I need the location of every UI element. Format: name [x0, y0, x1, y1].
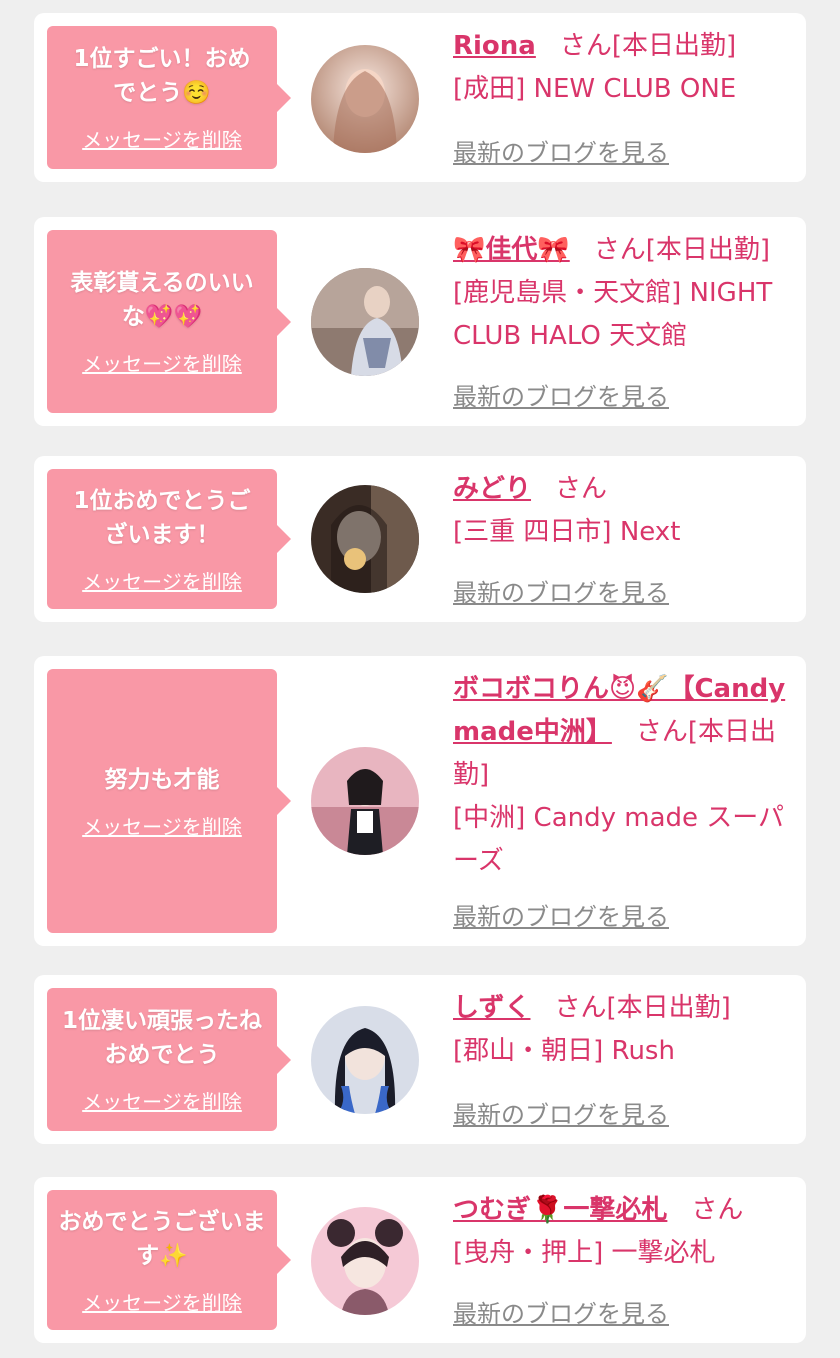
- cast-name-link[interactable]: つむぎ🌹一撃必札: [453, 1195, 667, 1225]
- message-card: 表彰貰えるのいいな💖💖 メッセージを削除 🎀佳代🎀 さん[本日出勤] [鹿児島県・…: [34, 217, 806, 426]
- status-label: [本日出勤]: [611, 31, 737, 61]
- avatar-photo: [311, 268, 419, 376]
- message-card: 努力も才能 メッセージを削除 ボコボコりん😈🎸【Candy made中洲】 さん[…: [34, 656, 806, 946]
- cast-name-link[interactable]: 🎀佳代🎀: [453, 235, 570, 265]
- latest-blog-link[interactable]: 最新のブログを見る: [453, 1095, 669, 1130]
- cast-info: 🎀佳代🎀 さん[本日出勤] [鹿児島県・天文館] NIGHT CLUB HALO …: [453, 229, 788, 358]
- latest-blog-link[interactable]: 最新のブログを見る: [453, 897, 669, 932]
- status-label: [本日出勤]: [606, 993, 731, 1023]
- avatar-photo: [311, 1006, 419, 1114]
- cast-name-link[interactable]: Riona: [453, 31, 536, 61]
- message-text: 努力も才能: [104, 766, 220, 793]
- cast-name-link[interactable]: みどり: [453, 474, 531, 504]
- avatar-photo: [311, 45, 419, 153]
- message-card: 1位凄い頑張ったねおめでとう メッセージを削除 しずく さん[本日出勤] [郡山・…: [34, 975, 806, 1144]
- honorific: さん: [593, 235, 646, 265]
- message-text: 1位おめでとうございます！: [73, 487, 251, 548]
- honorific: さん: [555, 474, 608, 504]
- shop-location: [成田] NEW CLUB ONE: [453, 74, 737, 104]
- cast-info: Riona さん[本日出勤] [成田] NEW CLUB ONE: [453, 25, 788, 111]
- avatar[interactable]: [311, 1006, 419, 1114]
- avatar[interactable]: [311, 45, 419, 153]
- avatar-photo: [311, 485, 419, 593]
- message-bubble: 1位すごい！おめでとう☺️ メッセージを削除: [47, 26, 291, 169]
- latest-blog-link[interactable]: 最新のブログを見る: [453, 133, 669, 168]
- honorific: さん: [635, 717, 688, 747]
- avatar[interactable]: [311, 747, 419, 855]
- cast-info: ボコボコりん😈🎸【Candy made中洲】 さん[本日出勤] [中洲] Cand…: [453, 668, 788, 883]
- avatar[interactable]: [311, 268, 419, 376]
- message-bubble: 努力も才能 メッセージを削除: [47, 669, 291, 933]
- message-card: 1位おめでとうございます！ メッセージを削除 みどり さん [三重 四日市] Ne…: [34, 456, 806, 622]
- avatar[interactable]: [311, 485, 419, 593]
- message-card: おめでとうございます✨ メッセージを削除 つむぎ🌹一撃必札 さん [曳舟・押上] …: [34, 1177, 806, 1343]
- message-text: おめでとうございます✨: [58, 1208, 266, 1269]
- message-bubble: 1位凄い頑張ったねおめでとう メッセージを削除: [47, 988, 291, 1131]
- avatar-photo: [311, 747, 419, 855]
- honorific: さん: [554, 993, 607, 1023]
- status-label: [本日出勤]: [645, 235, 771, 265]
- shop-location: [曳舟・押上] 一撃必札: [453, 1238, 716, 1268]
- avatar[interactable]: [311, 1207, 419, 1315]
- message-card: 1位すごい！おめでとう☺️ メッセージを削除 Riona さん[本日出勤] [成田…: [34, 13, 806, 182]
- shop-location: [三重 四日市] Next: [453, 517, 681, 547]
- cast-name-link[interactable]: しずく: [453, 993, 530, 1023]
- delete-message-link[interactable]: メッセージを削除: [82, 124, 242, 153]
- honorific: さん: [559, 31, 612, 61]
- latest-blog-link[interactable]: 最新のブログを見る: [453, 1294, 669, 1329]
- shop-location: [中洲] Candy made スーパーズ: [453, 803, 785, 876]
- latest-blog-link[interactable]: 最新のブログを見る: [453, 377, 669, 412]
- delete-message-link[interactable]: メッセージを削除: [82, 1287, 242, 1316]
- message-bubble: 1位おめでとうございます！ メッセージを削除: [47, 469, 291, 609]
- message-text: 表彰貰えるのいいな💖💖: [70, 270, 254, 330]
- delete-message-link[interactable]: メッセージを削除: [82, 811, 242, 840]
- message-text: 1位すごい！おめでとう☺️: [73, 46, 251, 106]
- delete-message-link[interactable]: メッセージを削除: [82, 566, 242, 595]
- honorific: さん: [691, 1195, 744, 1225]
- shop-location: [鹿児島県・天文館] NIGHT CLUB HALO 天文館: [453, 278, 773, 351]
- cast-info: しずく さん[本日出勤] [郡山・朝日] Rush: [453, 987, 788, 1073]
- message-text: 1位凄い頑張ったねおめでとう: [62, 1008, 263, 1068]
- message-bubble: 表彰貰えるのいいな💖💖 メッセージを削除: [47, 230, 291, 413]
- latest-blog-link[interactable]: 最新のブログを見る: [453, 573, 669, 608]
- delete-message-link[interactable]: メッセージを削除: [82, 1086, 242, 1115]
- avatar-photo: [311, 1207, 419, 1315]
- message-bubble: おめでとうございます✨ メッセージを削除: [47, 1190, 291, 1330]
- delete-message-link[interactable]: メッセージを削除: [82, 348, 242, 377]
- cast-info: つむぎ🌹一撃必札 さん [曳舟・押上] 一撃必札: [453, 1189, 788, 1275]
- shop-location: [郡山・朝日] Rush: [453, 1036, 675, 1066]
- cast-info: みどり さん [三重 四日市] Next: [453, 468, 788, 554]
